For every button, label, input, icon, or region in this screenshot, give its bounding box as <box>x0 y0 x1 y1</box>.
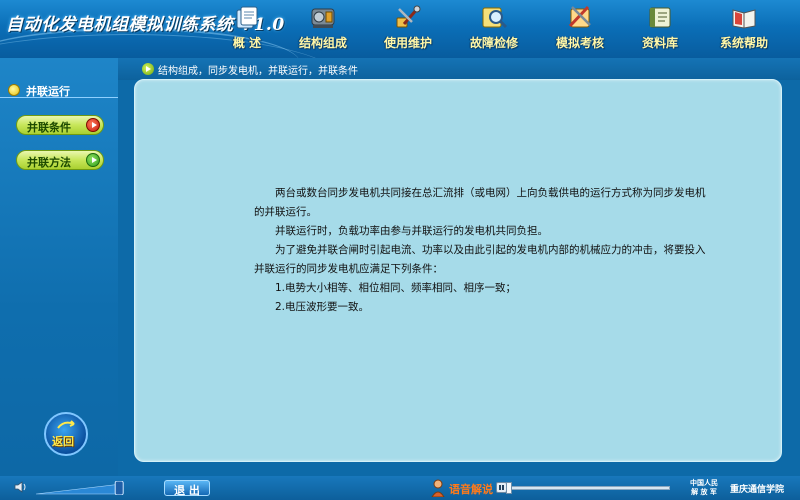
maintenance-tools-icon <box>394 4 422 30</box>
database-book-icon <box>646 4 674 30</box>
volume-knob[interactable] <box>114 481 124 495</box>
nav-item-troubleshooting[interactable]: 故障检修 <box>458 4 530 56</box>
org-emblem-text: 中国人民 解 放 军 <box>690 479 718 497</box>
audio-narration-label[interactable]: 语音解说 <box>449 481 493 497</box>
breadcrumb-bar: 结构组成，同步发电机，并联运行，并联条件 <box>118 58 800 80</box>
narrator-icon <box>431 479 445 497</box>
content-text: 两台或数台同步发电机共同接在总汇流排（或电网）上向负载供电的运行方式称为同步发电… <box>254 184 706 317</box>
footer-bar: 退 出 语音解说 中国人民 解 放 军 重庆通信学院 <box>0 476 800 500</box>
sidebar: 并联运行 并联条件 并联方法 返回 <box>0 58 118 476</box>
audio-progress-knob[interactable] <box>506 482 512 494</box>
play-arrow-icon <box>86 118 100 132</box>
nav-label: 资料库 <box>641 36 678 50</box>
bullet-icon <box>8 84 20 96</box>
volume-slider[interactable] <box>36 481 132 495</box>
nav-item-exam[interactable]: 模拟考核 <box>544 4 616 56</box>
nav-label: 模拟考核 <box>555 36 604 50</box>
exam-tools-icon <box>566 4 594 30</box>
sidebar-item-label: 并联条件 <box>27 121 71 134</box>
nav-item-structure[interactable]: 结构组成 <box>287 4 359 56</box>
org-name: 重庆通信学院 <box>730 485 785 495</box>
arrow-circle-icon <box>142 63 154 75</box>
divider <box>0 97 118 98</box>
nav-item-help[interactable]: 系统帮助 <box>708 4 780 56</box>
sidebar-item-parallel-conditions[interactable]: 并联条件 <box>16 115 104 135</box>
generator-machine-icon <box>309 4 337 30</box>
paragraph: 1.电势大小相等、相位相同、频率相同、相序一致； <box>275 282 517 294</box>
paragraph: 为了避免并联合闸时引起电流、功率以及由此引起的发电机内部的机械应力的冲击，将要投… <box>254 244 706 275</box>
breadcrumb: 结构组成，同步发电机，并联运行，并联条件 <box>158 66 358 77</box>
sidebar-item-label: 并联方法 <box>27 156 71 169</box>
back-button[interactable]: 返回 <box>44 412 88 456</box>
nav-item-library[interactable]: 资料库 <box>624 4 696 56</box>
nav-item-maintenance[interactable]: 使用维护 <box>372 4 444 56</box>
paragraph: 两台或数台同步发电机共同接在总汇流排（或电网）上向负载供电的运行方式称为同步发电… <box>254 187 706 218</box>
play-arrow-icon <box>86 153 100 167</box>
nav-label: 使用维护 <box>383 36 432 50</box>
document-stack-icon <box>233 4 261 30</box>
exit-button[interactable]: 退 出 <box>164 480 210 497</box>
nav-label: 故障检修 <box>469 36 518 50</box>
fault-inspection-icon <box>480 4 508 30</box>
return-arrow-icon <box>57 420 75 429</box>
nav-label: 系统帮助 <box>719 36 768 50</box>
back-label: 返回 <box>52 435 74 448</box>
main-nav: 概 述 结构组成 使用维护 故障检修 模拟考核 资料库 系统帮助 <box>226 0 800 58</box>
nav-item-overview[interactable]: 概 述 <box>211 4 283 56</box>
header-bar: 自动化发电机组模拟训练系统 V1.0 概 述 结构组成 使用维护 故障检修 模拟… <box>0 0 800 58</box>
org-line: 中国人民 <box>690 479 718 487</box>
nav-label: 结构组成 <box>298 36 347 50</box>
audio-progress-track[interactable] <box>510 486 670 490</box>
help-book-icon <box>730 4 758 30</box>
paragraph: 并联运行时，负载功率由参与并联运行的发电机共同负担。 <box>275 225 548 237</box>
sidebar-item-parallel-methods[interactable]: 并联方法 <box>16 150 104 170</box>
speaker-icon[interactable] <box>14 480 28 494</box>
paragraph: 2.电压波形要一致。 <box>275 301 370 313</box>
nav-label: 概 述 <box>232 36 262 50</box>
exit-label: 退 出 <box>174 484 200 497</box>
org-line: 解 放 军 <box>691 488 717 496</box>
